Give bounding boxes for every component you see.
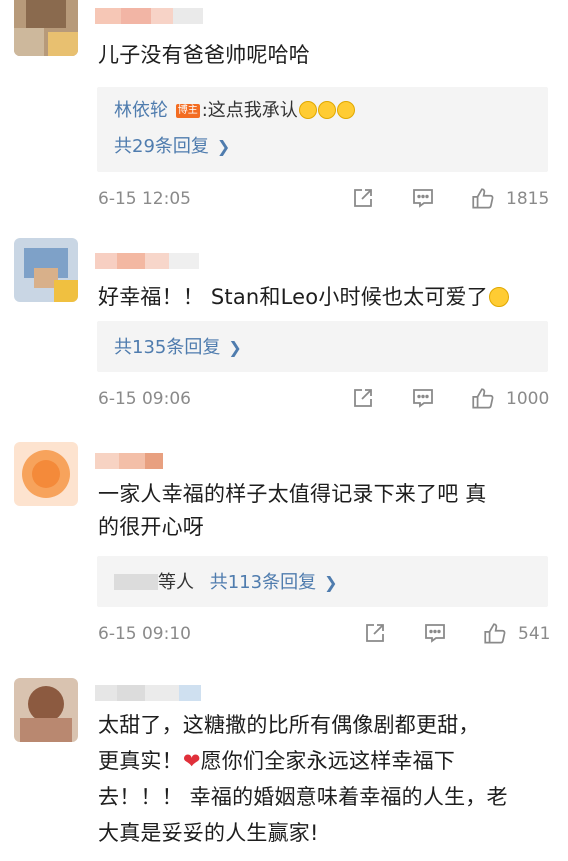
reply-authors-blurred <box>114 574 158 590</box>
comment-meta: 6-15 12:05 1815 <box>98 186 550 214</box>
reply-text: :这点我承认 <box>201 100 298 121</box>
thumbs-up-icon <box>472 188 494 209</box>
thumbs-up-icon <box>472 388 494 409</box>
like-count: 1000 <box>506 389 550 409</box>
reply-count-link[interactable]: 等人 共113条回复 ❯ <box>114 568 338 594</box>
emoji-icon <box>336 101 355 119</box>
avatar[interactable] <box>14 678 78 742</box>
share-icon[interactable] <box>351 386 375 410</box>
comment-item: 好幸福！！ Stan和Leo小时候也太可爱了 共135条回复 ❯ 6-15 09:… <box>0 225 568 425</box>
comment-text: 太甜了，这糖撒的比所有偶像剧都更甜， 更真实！❤愿你们全家永远这样幸福下 去！！… <box>98 713 508 845</box>
reply-preview[interactable]: 共135条回复 ❯ <box>97 321 548 372</box>
reply-preview[interactable]: 等人 共113条回复 ❯ <box>97 556 548 607</box>
timestamp: 6-15 09:06 <box>98 389 191 409</box>
avatar[interactable] <box>14 442 78 506</box>
reply-preview[interactable]: 林依轮 博主:这点我承认 共29条回复 ❯ <box>97 87 548 172</box>
emoji-icon <box>298 101 317 119</box>
username-blurred[interactable] <box>95 253 199 269</box>
chevron-right-icon: ❯ <box>228 338 242 357</box>
username-blurred[interactable] <box>95 453 163 469</box>
like-button[interactable]: 1815 <box>470 186 549 212</box>
comment-text: 儿子没有爸爸帅呢哈哈 <box>98 43 310 67</box>
comment-icon[interactable] <box>423 621 447 645</box>
heart-icon: ❤ <box>182 749 201 773</box>
reply-author[interactable]: 林依轮 <box>114 100 168 121</box>
timestamp: 6-15 12:05 <box>98 189 191 209</box>
like-button[interactable]: 541 <box>482 621 550 647</box>
comment-icon[interactable] <box>411 386 435 410</box>
reply-count-link[interactable]: 共29条回复 ❯ <box>114 132 230 158</box>
comment-item: 太甜了，这糖撒的比所有偶像剧都更甜， 更真实！❤愿你们全家永远这样幸福下 去！！… <box>0 665 568 861</box>
avatar[interactable] <box>14 0 78 56</box>
thumbs-up-icon <box>484 623 506 644</box>
emoji-icon <box>488 287 509 307</box>
emoji-icon <box>317 101 336 119</box>
reply-count-link[interactable]: 共135条回复 ❯ <box>114 333 242 359</box>
share-icon[interactable] <box>363 621 387 645</box>
like-count: 541 <box>518 624 551 644</box>
like-button[interactable]: 1000 <box>470 386 549 412</box>
comment-icon[interactable] <box>411 186 435 210</box>
chevron-right-icon: ❯ <box>216 137 231 156</box>
comment-item: 一家人幸福的样子太值得记录下来了吧 真 的很开心呀 等人 共113条回复 ❯ 6-… <box>0 425 568 665</box>
chevron-right-icon: ❯ <box>324 573 338 592</box>
comment-text: 一家人幸福的样子太值得记录下来了吧 真 的很开心呀 <box>98 482 487 539</box>
avatar[interactable] <box>14 238 78 302</box>
reply-line: 林依轮 博主:这点我承认 <box>114 96 355 122</box>
comment-text: 好幸福！！ Stan和Leo小时候也太可爱了 <box>98 281 550 314</box>
comment-meta: 6-15 09:06 1000 <box>98 386 550 414</box>
host-badge: 博主 <box>175 104 200 118</box>
comment-meta: 6-15 09:10 541 <box>98 621 550 649</box>
timestamp: 6-15 09:10 <box>98 624 191 644</box>
username-blurred[interactable] <box>95 8 203 24</box>
like-count: 1815 <box>506 189 550 209</box>
share-icon[interactable] <box>351 186 375 210</box>
username-blurred[interactable] <box>95 685 201 701</box>
comment-item: 儿子没有爸爸帅呢哈哈 林依轮 博主:这点我承认 共29条回复 ❯ 6-15 12:… <box>0 0 568 225</box>
